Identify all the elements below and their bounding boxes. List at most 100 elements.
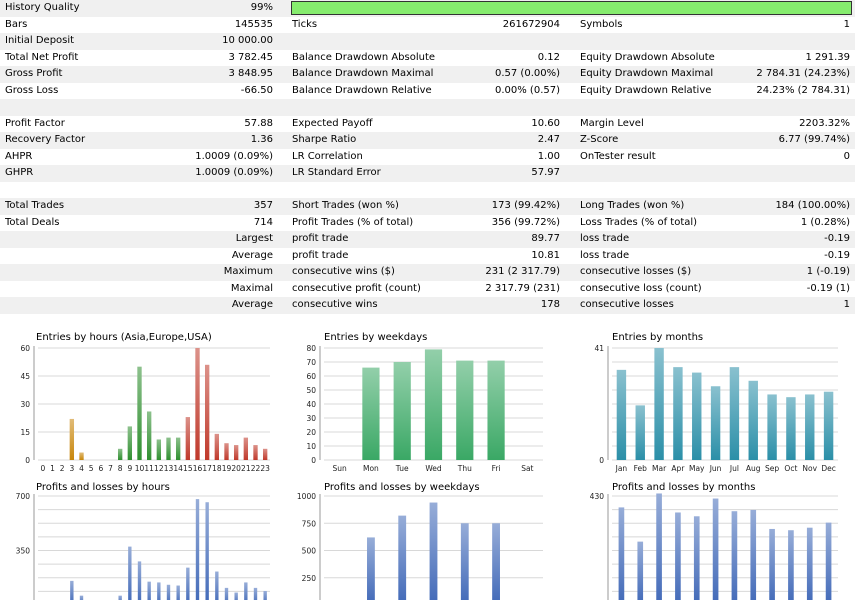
y-tick-label: 0 [599,456,604,465]
chart-profits-by-months: Profits and losses by months 430 [576,480,855,600]
bar [487,360,505,460]
report-value: -0.19 [824,249,850,261]
report-row: Maximal consecutive profit (count) 2 317.7… [0,281,855,298]
bar [673,367,683,460]
report-label [5,297,175,314]
chart-svg: 350 700 [16,492,270,600]
x-tick-label: Sun [333,464,348,473]
y-tick-label: 15 [20,428,30,437]
report-value: 3 782.45 [228,51,273,63]
report-label: Gross Profit [5,68,63,79]
report-label [5,281,175,298]
y-tick-label: 45 [20,372,30,381]
y-tick-label: 30 [20,400,30,409]
bar [656,493,662,600]
report-row: Initial Deposit 10 000.00 [0,33,855,50]
x-tick-label: 20 [231,464,241,473]
y-tick-label: 80 [306,344,316,353]
bar [146,411,152,460]
y-tick-label: 41 [594,344,604,353]
report-label: Margin Level [580,117,644,129]
chart-svg: 0153045600 1 2 3 4 5 6 7 8 9 10 11 12 13 14 15 16 17 18 19 2… [20,344,270,473]
bar [788,530,794,600]
report-label: Sharpe Ratio [292,134,357,145]
bar [224,587,229,600]
bar [137,561,142,600]
y-tick-label: 1000 [297,492,316,501]
bar [616,369,627,460]
report-label: Bars [5,18,28,30]
x-tick-label: Wed [425,464,442,473]
chart-title: Profits and losses by hours [36,482,170,493]
report-label: Expected Payoff [292,117,373,129]
report-label: consecutive wins [292,299,378,310]
report-label: AHPR [5,150,33,162]
x-tick-label: 21 [241,464,251,473]
bar [224,443,229,460]
chart-title: Entries by hours (Asia,Europe,USA) [36,332,212,343]
bar [195,499,200,600]
report-label: loss trade [580,233,630,244]
report-value: 714 [253,216,273,228]
report-label: Profit Factor [5,117,65,129]
chart-entries-by-hours: Entries by hours (Asia,Europe,USA) 0 15 30… [0,330,280,480]
bar [823,391,834,460]
bar [806,527,813,600]
report-value: -0.19 [824,233,850,244]
bar [244,582,248,600]
report-label: Total Deals [5,216,60,228]
report-label: Equity Drawdown Maximal [580,68,714,79]
report-value: 10 000.00 [222,35,273,46]
report-label: History Quality [5,2,80,13]
report-value: 1 [843,299,850,310]
chart-title: Entries by weekdays [324,332,428,343]
bar [214,433,220,460]
y-tick-label: 430 [590,492,605,501]
x-tick-label: 9 [127,464,132,473]
x-tick-label: 10 [135,464,145,473]
report-label: Gross Loss [5,84,59,96]
bar [710,386,721,460]
chart-entries-by-weekdays: Entries by weekdays 0 10 20 30 40 50 60 70 80 Sun… [288,330,568,480]
report-value [482,314,560,331]
bar [393,362,411,460]
report-value [175,99,273,116]
report-value: 173 (99.42%) [491,200,560,211]
bar [748,380,758,460]
y-tick-label: 70 [306,358,316,367]
report-value: 2 317.79 (231) [485,282,560,294]
report-label: Ticks [292,18,318,30]
bar [825,522,832,600]
x-tick-label: Thu [457,464,472,473]
y-tick-label: 30 [306,414,316,423]
report-value: Maximum [223,266,273,277]
report-value [740,165,850,182]
bar [79,452,84,460]
x-tick-label: 1 [50,464,55,473]
y-tick-label: 50 [306,386,316,395]
report-row: GHPR 1.0009 (0.09%) LR Standard Error 57.97 [0,165,855,182]
bar [362,367,380,460]
bar [166,437,171,460]
x-tick-label: May [689,464,705,473]
report-label: consecutive profit (count) [292,282,421,294]
report-value [482,33,560,50]
report-value: 2 784.31 (24.23%) [756,68,850,79]
report-value: Largest [235,233,273,244]
bar [175,437,181,460]
bar [234,592,238,600]
y-tick-label: 500 [302,547,317,556]
bar [195,348,200,460]
x-tick-label: 6 [98,464,103,473]
report-label: Profit Trades (% of total) [292,216,414,228]
report-label: GHPR [5,167,34,178]
bar [205,502,209,600]
report-value [482,182,560,199]
report-value [175,314,273,331]
report-value: Average [231,249,273,261]
bar [767,394,777,460]
report-value: 10.81 [531,249,560,261]
x-tick-label: 0 [40,464,45,473]
x-tick-label: 12 [154,464,164,473]
report-label: OnTester result [580,150,656,162]
